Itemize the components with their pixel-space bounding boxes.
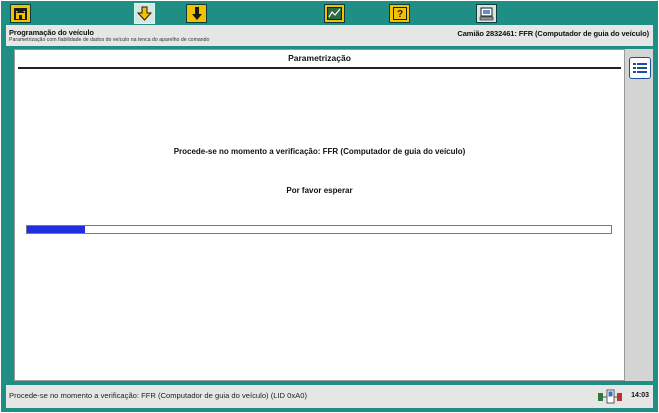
- computer-button[interactable]: [476, 4, 497, 23]
- connection-icon: [597, 388, 623, 405]
- page-subtitle: Parametrização com fiabilidade de dados …: [9, 37, 210, 43]
- download-button[interactable]: [134, 3, 155, 24]
- page-title: Programação do veículo: [9, 28, 94, 37]
- progress-bar: [26, 225, 612, 234]
- clock: 14:03: [631, 392, 649, 399]
- help-icon: ?: [392, 7, 407, 20]
- graph-button[interactable]: [324, 4, 345, 23]
- home-button[interactable]: [10, 4, 31, 23]
- list-icon: [633, 62, 647, 73]
- verification-message: Procede-se no momento a verificação: FFR…: [173, 147, 466, 156]
- list-button[interactable]: [629, 57, 651, 79]
- info-icon: [191, 7, 202, 20]
- panel-title: Parametrização: [288, 53, 351, 63]
- info-button[interactable]: [186, 4, 207, 23]
- progress-fill: [27, 226, 86, 233]
- header-band: Programação do veículo Parametrização co…: [6, 25, 653, 46]
- wait-message: Por favor esperar: [286, 186, 353, 195]
- panel-divider: [18, 67, 621, 69]
- computer-icon: [479, 7, 494, 20]
- help-label: ?: [396, 9, 402, 20]
- vehicle-info: Camião 2832461: FFR (Computador de guia …: [457, 29, 649, 38]
- download-arrow-icon: [137, 6, 152, 21]
- main-panel: Parametrização Procede-se no momento a v…: [14, 49, 625, 381]
- app-window: ? Programação do veículo Parametrização …: [1, 1, 658, 412]
- top-toolbar: ?: [1, 1, 658, 24]
- graph-icon: [327, 7, 342, 20]
- status-bar: Procede-se no momento a verificação: FFR…: [6, 385, 653, 408]
- status-message: Procede-se no momento a verificação: FFR…: [9, 391, 307, 400]
- side-panel: [625, 49, 653, 381]
- home-icon: [14, 7, 27, 20]
- help-button[interactable]: ?: [389, 4, 410, 23]
